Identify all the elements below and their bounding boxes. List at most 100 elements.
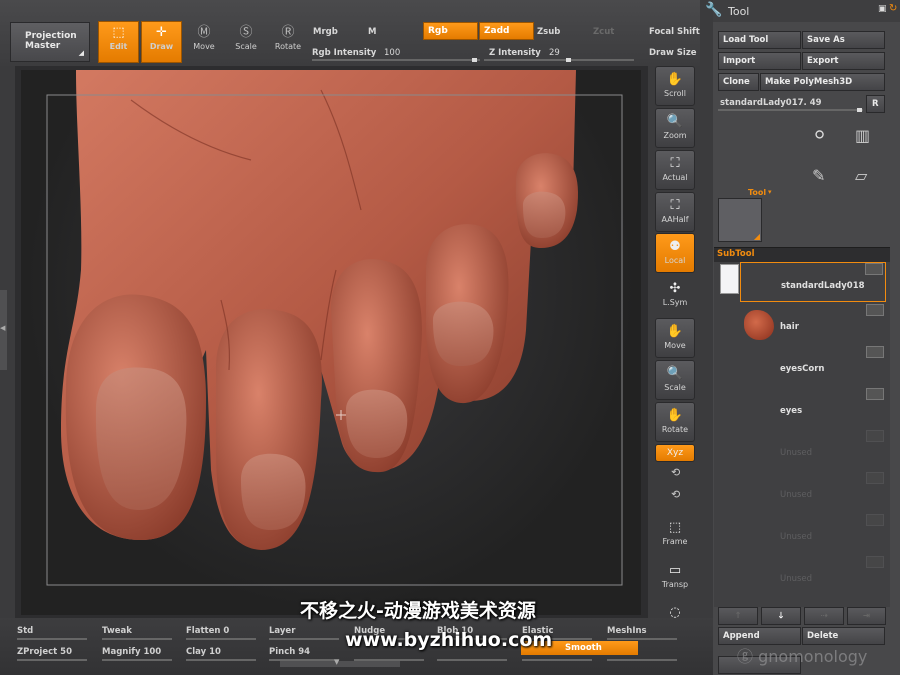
draw-button[interactable]: ✛ Draw <box>141 21 182 63</box>
tool-header: 🔧 Tool ▣ ↻ <box>705 0 900 22</box>
zadd-button[interactable]: Zadd <box>479 22 534 40</box>
visibility-toggle-icon[interactable] <box>866 304 884 316</box>
save-as-button[interactable]: Save As <box>802 31 885 49</box>
shelf-move-button[interactable]: ✋ Move <box>655 318 695 358</box>
shelf-local-button[interactable]: ⚉ Local <box>655 233 695 273</box>
import-button[interactable]: Import <box>718 52 801 70</box>
current-tool-name: standardLady017. 49 <box>720 98 822 108</box>
z-intensity-slider[interactable]: Z Intensity 29 <box>484 46 639 62</box>
brush-slider-track <box>102 659 172 661</box>
cylinder-tool-icon[interactable]: ▥ <box>855 126 870 145</box>
bottom-tray-handle[interactable]: ▼ <box>280 658 400 667</box>
brush-row1-item[interactable]: Layer <box>269 626 295 636</box>
visibility-toggle-icon[interactable] <box>866 346 884 358</box>
edit-button[interactable]: ⬚ Edit <box>98 21 139 63</box>
visibility-toggle-icon[interactable] <box>865 263 883 275</box>
wrench-icon: 🔧 <box>705 2 723 18</box>
brush-row2-item[interactable]: Magnify 100 <box>102 647 161 657</box>
zcut-button[interactable]: Zcut <box>593 27 614 37</box>
clone-button[interactable]: Clone <box>718 73 759 91</box>
left-tray-handle[interactable]: ◀ <box>0 290 7 370</box>
current-tool-knob[interactable] <box>857 108 862 112</box>
edit-label: Edit <box>109 42 128 51</box>
move-button[interactable]: Ⓜ Move <box>184 22 224 62</box>
transparency-icon: ▭ <box>668 563 682 578</box>
half-size-icon: ⛶ <box>670 198 680 213</box>
brush-row2-item[interactable]: Clay 10 <box>186 647 221 657</box>
subtool-split-button[interactable]: ⇥ <box>847 607 886 625</box>
sphere-tool-icon[interactable]: ⚪ <box>812 125 827 146</box>
shelf-label: Scale <box>664 383 686 392</box>
brush-row1-item[interactable]: Tweak <box>102 626 132 636</box>
visibility-toggle-icon[interactable] <box>866 472 884 484</box>
current-tool-slider[interactable]: standardLady017. 49 <box>718 95 863 112</box>
move-icon: Ⓜ <box>197 25 211 40</box>
subtool-item[interactable]: Unused <box>740 430 886 470</box>
subtool-title: SubTool <box>717 249 755 259</box>
subtool-name: Unused <box>780 532 813 542</box>
tool-thumbnail[interactable]: ◢ <box>718 198 762 242</box>
shelf-xyz-button[interactable]: Xyz <box>655 444 695 462</box>
scale-button[interactable]: Ⓢ Scale <box>226 22 266 62</box>
shelf-rotate-button[interactable]: ✋ Rotate <box>655 402 695 442</box>
brush-row2-item[interactable]: ZProject 50 <box>17 647 72 657</box>
rgb-button[interactable]: Rgb <box>423 22 478 40</box>
subtool-item[interactable]: Unused <box>740 472 886 512</box>
xyz-axis-icon: Xyz <box>666 448 684 458</box>
subtool-merge-button[interactable]: ⇢ <box>804 607 844 625</box>
load-tool-button[interactable]: Load Tool <box>718 31 801 49</box>
r-button[interactable]: R <box>866 95 885 113</box>
shelf-aahalf-button[interactable]: ⛶ AAHalf <box>655 192 695 232</box>
refresh-icon[interactable]: ↻ <box>889 3 897 14</box>
subtool-item[interactable]: standardLady018 <box>740 262 886 302</box>
export-button[interactable]: Export <box>802 52 885 70</box>
shelf-scroll-button[interactable]: ✋ Scroll <box>655 66 695 106</box>
brush-row2-item[interactable]: Pinch 94 <box>269 647 310 657</box>
shelf-lsym-button[interactable]: ✣ L.Sym <box>655 276 695 316</box>
visibility-toggle-icon[interactable] <box>866 388 884 400</box>
hand-scroll-icon: ✋ <box>666 72 684 87</box>
scale-icon: Ⓢ <box>239 25 253 40</box>
mrgb-button[interactable]: Mrgb <box>313 27 338 37</box>
draw-crosshair-icon: ✛ <box>156 25 167 40</box>
shelf-lasso-button[interactable]: ◌Lasso <box>655 600 695 631</box>
rgb-intensity-track <box>312 59 480 61</box>
draw-size-slider[interactable]: Draw Size <box>649 48 699 58</box>
make-polymesh-button[interactable]: Make PolyMesh3D <box>760 73 885 91</box>
subtool-item[interactable]: eyesCorn <box>740 346 886 386</box>
shelf-zoom-button[interactable]: 🔍 Zoom <box>655 108 695 148</box>
rgb-intensity-knob[interactable] <box>472 58 477 62</box>
focal-shift-slider[interactable]: Focal Shift <box>649 27 700 37</box>
subtool-down-button[interactable]: 🡓 <box>761 607 801 625</box>
subtool-name: Unused <box>780 490 813 500</box>
rgb-intensity-slider[interactable]: Rgb Intensity 100 <box>312 46 482 62</box>
subtool-up-button[interactable]: ↑ <box>718 607 758 625</box>
rotate-button[interactable]: Ⓡ Rotate <box>268 22 308 62</box>
visibility-toggle-icon[interactable] <box>866 514 884 526</box>
zsub-button[interactable]: Zsub <box>537 27 560 37</box>
brush-row1-item[interactable]: MeshIns <box>607 626 647 636</box>
visibility-toggle-icon[interactable] <box>866 556 884 568</box>
subtool-item[interactable]: Unused <box>740 514 886 554</box>
projection-master-button[interactable]: Projection Master ◢ <box>10 22 90 62</box>
tool-dropdown[interactable]: Tool <box>748 188 766 197</box>
rotate-z-icon[interactable]: ⟲ <box>671 488 680 501</box>
shelf-actual-button[interactable]: ⛶ Actual <box>655 150 695 190</box>
subtool-item[interactable]: eyes <box>740 388 886 428</box>
z-intensity-knob[interactable] <box>566 58 571 62</box>
pin-icon[interactable]: ▣ <box>878 4 887 14</box>
pen-tool-icon[interactable]: ✎ <box>812 166 825 185</box>
brush-row1-item[interactable]: Std <box>17 626 33 636</box>
shelf-transp-button[interactable]: ▭ Transp <box>655 558 695 598</box>
brush-row1-item[interactable]: Flatten 0 <box>186 626 229 636</box>
subtool-name: hair <box>780 322 799 332</box>
document-canvas[interactable] <box>21 70 641 615</box>
visibility-toggle-icon[interactable] <box>866 430 884 442</box>
subtool-header[interactable]: SubTool <box>714 247 890 262</box>
subtool-item[interactable]: Unused <box>740 556 886 596</box>
m-button[interactable]: M <box>368 27 376 37</box>
shelf-scale-button[interactable]: 🔍 Scale <box>655 360 695 400</box>
shelf-frame-button[interactable]: ⬚ Frame <box>655 515 695 555</box>
rotate-y-icon[interactable]: ⟲ <box>671 466 680 479</box>
cube-tool-icon[interactable]: ▱ <box>855 166 867 185</box>
